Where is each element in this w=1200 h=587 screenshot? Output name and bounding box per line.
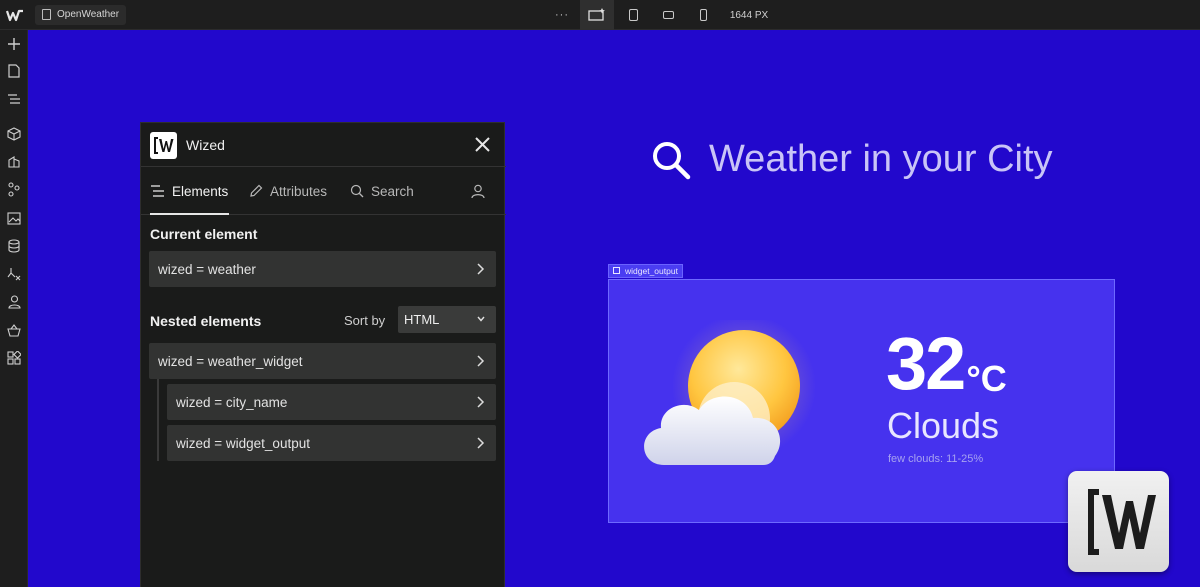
- cms-icon[interactable]: [6, 238, 22, 254]
- list-icon: [151, 185, 164, 197]
- weather-widget-output[interactable]: 32 °C Clouds few clouds: 11-25%: [608, 279, 1115, 523]
- ecommerce-icon[interactable]: [6, 322, 22, 338]
- top-toolbar: OpenWeather ··· 1644 PX: [0, 0, 1200, 30]
- panel-title: Wized: [186, 137, 225, 153]
- page-name: OpenWeather: [57, 9, 120, 20]
- chevron-right-icon: [477, 396, 485, 408]
- temperature-unit: °C: [966, 358, 1007, 399]
- selected-element-name: widget_output: [625, 266, 678, 276]
- mobile-portrait-icon: [699, 9, 707, 21]
- tab-label: Search: [371, 183, 414, 199]
- wized-logo-icon: [150, 132, 177, 159]
- chevron-right-icon: [477, 355, 485, 367]
- chevron-down-icon: [477, 316, 485, 322]
- sort-select[interactable]: HTML: [398, 306, 496, 333]
- mobile-portrait-breakpoint-button[interactable]: [692, 0, 714, 30]
- more-breakpoints-button[interactable]: ···: [552, 0, 572, 30]
- panel-tabs: Elements Attributes Search: [141, 167, 506, 215]
- navigator-icon[interactable]: [6, 91, 22, 107]
- webflow-logo-icon[interactable]: [6, 6, 24, 24]
- page-selector[interactable]: OpenWeather: [35, 5, 127, 25]
- nested-element-row[interactable]: wized = weather_widget: [149, 343, 496, 379]
- row-label: wized = weather: [158, 261, 256, 277]
- pages-icon[interactable]: [6, 63, 22, 79]
- users-icon[interactable]: [6, 294, 22, 310]
- left-sidebar: [0, 30, 28, 587]
- tab-attributes[interactable]: Attributes: [249, 167, 327, 215]
- user-icon: [471, 184, 485, 198]
- desktop-base-breakpoint-button[interactable]: [580, 0, 614, 30]
- element-square-icon: [613, 267, 620, 274]
- chevron-right-icon: [477, 263, 485, 275]
- tab-elements[interactable]: Elements: [150, 167, 228, 215]
- search-icon: [350, 184, 364, 198]
- page-icon: [42, 9, 51, 20]
- add-icon[interactable]: [6, 36, 22, 52]
- current-element-heading: Current element: [150, 226, 258, 242]
- components-icon[interactable]: [6, 126, 22, 142]
- nested-element-row[interactable]: wized = city_name: [167, 384, 496, 420]
- partly-cloudy-weather-icon: [644, 320, 816, 465]
- image-icon[interactable]: [6, 210, 22, 226]
- nesting-guide-line: [157, 379, 159, 461]
- desktop-star-icon: [588, 8, 605, 21]
- close-icon[interactable]: [474, 136, 491, 153]
- sort-value: HTML: [404, 312, 440, 327]
- temperature-value: 32: [886, 322, 966, 405]
- mobile-landscape-icon: [662, 11, 674, 19]
- current-element-row[interactable]: wized = weather: [149, 251, 496, 287]
- tab-label: Elements: [172, 183, 229, 199]
- wized-panel: Wized Elements Attributes Search Current…: [140, 122, 506, 587]
- tab-user[interactable]: [471, 167, 485, 215]
- search-icon: [653, 141, 691, 179]
- logic-icon[interactable]: [6, 266, 22, 282]
- tablet-icon: [628, 9, 638, 21]
- tablet-breakpoint-button[interactable]: [622, 0, 644, 30]
- wized-brand-logo: [1068, 471, 1169, 572]
- panel-header: Wized: [141, 123, 506, 167]
- weather-description: few clouds: 11-25%: [888, 453, 984, 465]
- mobile-landscape-breakpoint-button[interactable]: [657, 0, 679, 30]
- temperature-display: 32 °C: [886, 324, 1007, 404]
- sort-by-label: Sort by: [344, 313, 386, 328]
- row-label: wized = city_name: [176, 394, 288, 410]
- weather-condition: Clouds: [887, 405, 1000, 446]
- wized-logo-icon: [1088, 489, 1156, 555]
- canvas-width-readout: 1644 PX: [729, 9, 769, 21]
- nested-elements-heading: Nested elements: [150, 313, 262, 329]
- active-tab-indicator: [150, 213, 229, 215]
- selected-element-label[interactable]: widget_output: [608, 264, 683, 278]
- assets-icon[interactable]: [6, 182, 22, 198]
- row-label: wized = widget_output: [176, 435, 310, 451]
- city-search-heading[interactable]: Weather in your City: [651, 138, 1053, 181]
- style-selector-icon[interactable]: [6, 154, 22, 170]
- heading-text: Weather in your City: [709, 138, 1053, 180]
- pencil-icon: [250, 184, 263, 197]
- apps-icon[interactable]: [6, 350, 22, 366]
- tab-label: Attributes: [270, 183, 328, 199]
- chevron-right-icon: [477, 437, 485, 449]
- tab-search[interactable]: Search: [350, 167, 414, 215]
- row-label: wized = weather_widget: [158, 353, 303, 369]
- nested-element-row[interactable]: wized = widget_output: [167, 425, 496, 461]
